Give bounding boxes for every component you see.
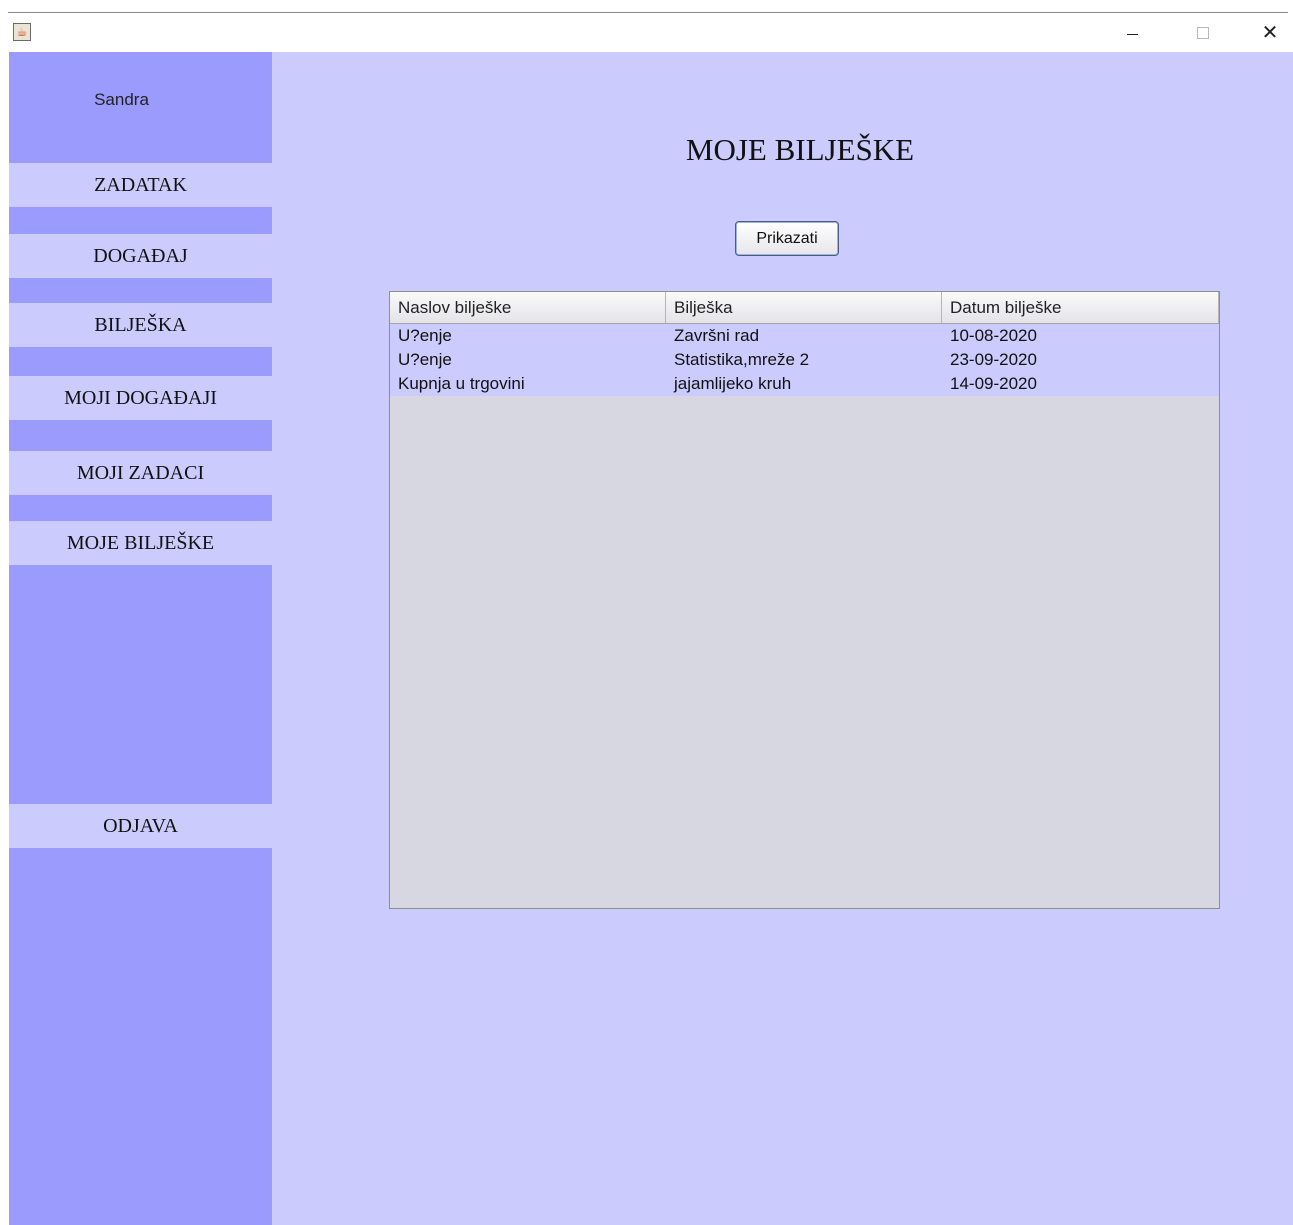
maximize-icon <box>1197 27 1209 39</box>
page-title: MOJE BILJEŠKE <box>685 132 915 167</box>
sidebar-item-zadatak[interactable]: ZADATAK <box>9 163 272 207</box>
title-bar: ☕ ✕ <box>0 0 1293 52</box>
logout-button[interactable]: ODJAVA <box>9 804 272 848</box>
sidebar: Sandra ZADATAK DOGAĐAJ BILJEŠKA MOJI DOG… <box>9 52 272 1225</box>
main-content: MOJE BILJEŠKE Prikazati Naslov bilješke … <box>272 52 1293 1225</box>
minimize-icon <box>1127 34 1138 35</box>
table-row[interactable]: Kupnja u trgovini jajamlijeko kruh 14-09… <box>390 372 1219 396</box>
sidebar-item-moje-biljeske[interactable]: MOJE BILJEŠKE <box>9 521 272 565</box>
notes-table[interactable]: Naslov bilješke Bilješka Datum bilješke … <box>389 291 1220 909</box>
sidebar-item-moji-dogadaji[interactable]: MOJI DOGAĐAJI <box>9 376 272 420</box>
column-header-note[interactable]: Bilješka <box>666 292 942 323</box>
table-body: U?enje Završni rad 10-08-2020 U?enje Sta… <box>390 324 1219 396</box>
maximize-button[interactable] <box>1180 16 1226 48</box>
table-cell-note: jajamlijeko kruh <box>674 374 792 393</box>
sidebar-item-biljeska[interactable]: BILJEŠKA <box>9 303 272 347</box>
show-notes-button[interactable]: Prikazati <box>735 221 839 256</box>
table-cell-date: 23-09-2020 <box>950 350 1037 369</box>
sidebar-item-moji-zadaci[interactable]: MOJI ZADACI <box>9 451 272 495</box>
table-cell-date: 10-08-2020 <box>950 326 1037 345</box>
table-header: Naslov bilješke Bilješka Datum bilješke <box>390 292 1219 324</box>
table-cell-title: U?enje <box>398 350 452 369</box>
application-window: ☕ ✕ Sandra ZADATAK DOGAĐAJ BILJEŠKA MOJI… <box>0 0 1293 1225</box>
table-row[interactable]: U?enje Statistika,mreže 2 23-09-2020 <box>390 348 1219 372</box>
table-cell-note: Završni rad <box>674 326 760 345</box>
java-app-icon[interactable]: ☕ <box>13 23 31 41</box>
table-cell-title: U?enje <box>398 326 452 345</box>
column-header-date[interactable]: Datum bilješke <box>942 292 1219 323</box>
sidebar-item-dogadaj[interactable]: DOGAĐAJ <box>9 234 272 278</box>
table-cell-note: Statistika,mreže 2 <box>674 350 810 369</box>
user-name: Sandra <box>94 90 149 109</box>
title-bar-divider <box>8 12 1288 13</box>
table-row[interactable]: U?enje Završni rad 10-08-2020 <box>390 324 1219 348</box>
close-button[interactable]: ✕ <box>1247 16 1293 48</box>
column-header-title[interactable]: Naslov bilješke <box>390 292 666 323</box>
close-icon: ✕ <box>1261 20 1279 44</box>
table-cell-title: Kupnja u trgovini <box>398 374 525 393</box>
table-cell-date: 14-09-2020 <box>950 374 1037 393</box>
minimize-button[interactable] <box>1110 16 1156 48</box>
